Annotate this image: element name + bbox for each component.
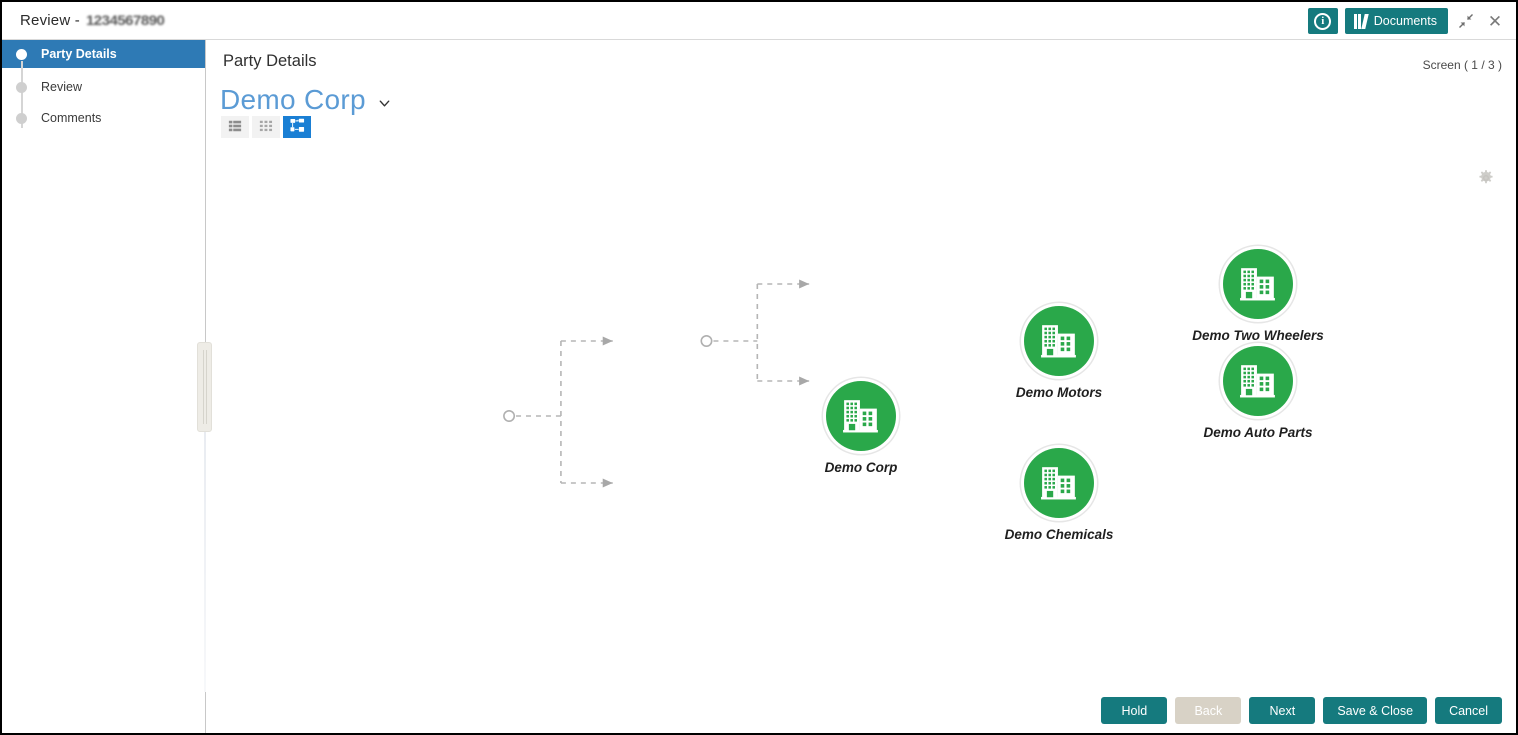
tree-node-demo-corp[interactable]: Demo Corp xyxy=(824,381,898,475)
tree-node-label: Demo Corp xyxy=(824,460,898,475)
application-window: Review - 1234567890 i Documents ✕ Party … xyxy=(0,0,1518,735)
sidebar-item-label: Comments xyxy=(41,111,102,125)
collapse-handle-demo-motors xyxy=(700,335,713,348)
close-icon: ✕ xyxy=(1487,11,1503,31)
documents-button[interactable]: Documents xyxy=(1344,8,1448,34)
hold-button[interactable]: Hold xyxy=(1101,697,1168,724)
tree-node-demo-auto-parts[interactable]: Demo Auto Parts xyxy=(1204,346,1313,440)
content-area: Party Details Screen ( 1 / 3 ) Demo Corp xyxy=(197,40,1516,733)
tree-node-demo-motors[interactable]: Demo Motors xyxy=(1016,306,1102,400)
tree-node-label: Demo Auto Parts xyxy=(1203,425,1313,440)
building-icon xyxy=(1024,448,1094,518)
window-title: Review - 1234567890 xyxy=(20,12,165,29)
window-title-redacted-id: 1234567890 xyxy=(85,12,165,29)
tree-view-button[interactable] xyxy=(283,116,311,138)
info-icon: i xyxy=(1314,12,1332,30)
chevron-down-icon[interactable] xyxy=(378,97,391,110)
close-button[interactable]: ✕ xyxy=(1484,8,1506,34)
building-icon xyxy=(826,381,896,451)
view-toggle-group xyxy=(221,116,311,138)
tree-node-label: Demo Motors xyxy=(1015,385,1103,400)
window-title-prefix: Review - xyxy=(20,12,80,29)
cancel-button[interactable]: Cancel xyxy=(1435,697,1502,724)
step-dot-icon xyxy=(16,81,27,93)
screen-counter: Screen ( 1 / 3 ) xyxy=(1422,58,1502,72)
sidebar-item-label: Review xyxy=(41,80,82,94)
footer-actions: Hold Back Next Save & Close Cancel xyxy=(412,688,1516,733)
entity-name[interactable]: Demo Corp xyxy=(220,84,366,116)
minimize-button[interactable] xyxy=(1455,8,1477,34)
window-header: Review - 1234567890 i Documents ✕ xyxy=(2,2,1516,40)
tree-node-demo-two-wheelers[interactable]: Demo Two Wheelers xyxy=(1192,249,1324,343)
sidebar-item-party-details[interactable]: Party Details xyxy=(2,40,205,68)
next-button[interactable]: Next xyxy=(1249,697,1316,724)
building-icon xyxy=(1024,306,1094,376)
books-icon xyxy=(1353,13,1369,29)
minimize-icon xyxy=(1458,13,1474,29)
info-button[interactable]: i xyxy=(1307,8,1338,34)
building-icon xyxy=(1223,346,1293,416)
entity-selector: Demo Corp xyxy=(220,84,391,116)
sidebar-item-label: Party Details xyxy=(41,47,117,61)
list-view-icon xyxy=(228,119,242,136)
page-title: Party Details xyxy=(223,52,317,70)
save-and-close-button[interactable]: Save & Close xyxy=(1323,697,1428,724)
grid-view-icon xyxy=(259,119,273,136)
building-icon xyxy=(1223,249,1293,319)
tree-node-demo-chemicals[interactable]: Demo Chemicals xyxy=(1005,448,1113,542)
collapse-handle-demo-corp xyxy=(503,409,516,422)
org-hierarchy-diagram: Demo Corp Demo Motors Demo Chemicals Dem… xyxy=(207,145,1516,685)
sidebar-item-review[interactable]: Review xyxy=(2,73,205,101)
tree-view-icon xyxy=(289,118,305,136)
back-button: Back xyxy=(1175,697,1242,724)
table-view-button[interactable] xyxy=(252,116,280,138)
sidebar: Party Details Review Comments xyxy=(2,40,206,733)
tree-node-label: Demo Two Wheelers xyxy=(1192,328,1324,343)
documents-button-label: Documents xyxy=(1373,14,1437,28)
step-dot-icon xyxy=(16,112,27,124)
tree-node-label: Demo Chemicals xyxy=(1004,527,1114,542)
header-actions: i Documents ✕ xyxy=(1307,2,1506,40)
step-dot-icon xyxy=(16,48,27,60)
sidebar-item-comments[interactable]: Comments xyxy=(2,104,205,132)
list-view-button[interactable] xyxy=(221,116,249,138)
